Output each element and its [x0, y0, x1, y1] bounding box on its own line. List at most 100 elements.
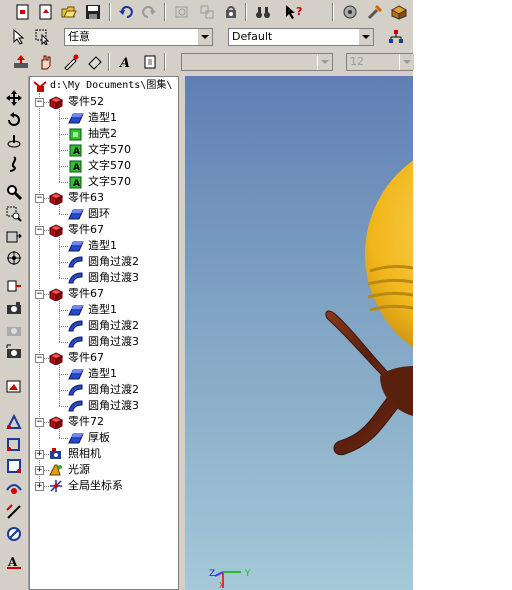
select-arrow-icon[interactable] — [10, 28, 28, 46]
tree-node-part[interactable]: − 零件63 — [30, 190, 178, 206]
tree-node-light[interactable]: + 光源 — [30, 462, 178, 478]
tree-child-fillet[interactable]: 圆角过渡3 — [30, 398, 178, 414]
chevron-down-icon[interactable] — [399, 54, 414, 70]
tool-c-icon[interactable] — [222, 3, 240, 21]
expand-icon[interactable]: + — [35, 466, 44, 475]
tree-child-shape[interactable]: 造型1 — [30, 238, 178, 254]
tree-branch-line — [59, 262, 68, 263]
hand-tool-icon[interactable] — [37, 53, 55, 71]
collapse-icon[interactable]: − — [35, 194, 44, 203]
hierarchy-icon[interactable] — [387, 28, 405, 46]
collapse-icon[interactable]: − — [35, 418, 44, 427]
tree-node-label: 圆角过渡2 — [88, 255, 139, 268]
tree-child-text[interactable]: A 文字570 — [30, 142, 178, 158]
tree-child-fillet[interactable]: 圆角过渡3 — [30, 270, 178, 286]
tree-node-label: 造型1 — [88, 239, 117, 252]
tree-child-fillet[interactable]: 圆角过渡2 — [30, 254, 178, 270]
fit-view-icon[interactable] — [4, 226, 24, 246]
open-doc-icon[interactable] — [37, 3, 55, 21]
filter-select[interactable]: 任意 — [64, 28, 213, 46]
edit-triangle-icon[interactable] — [4, 412, 24, 432]
tree-root[interactable]: d:\My Documents\图集\ — [32, 78, 178, 94]
collapse-icon[interactable]: − — [35, 98, 44, 107]
tree-node-part[interactable]: − 零件67 — [30, 286, 178, 302]
tool-b-icon[interactable] — [198, 3, 216, 21]
move-icon[interactable] — [4, 88, 24, 108]
camera-disabled-icon[interactable] — [4, 320, 24, 340]
tree-node-part[interactable]: − 零件67 — [30, 222, 178, 238]
target-icon[interactable] — [4, 248, 24, 268]
tree-child-fillet[interactable]: 圆角过渡2 — [30, 382, 178, 398]
frame-icon[interactable] — [141, 53, 159, 71]
no-edit-icon[interactable] — [4, 524, 24, 544]
chevron-down-icon[interactable] — [317, 54, 332, 70]
edit-toolbar: A 12 — [0, 50, 414, 74]
tree-child-shape[interactable]: 厚板 — [30, 430, 178, 446]
zoom-window-icon[interactable] — [4, 204, 24, 224]
expand-icon[interactable]: + — [35, 482, 44, 491]
tree-branch-line — [59, 118, 68, 119]
walk-icon[interactable] — [4, 154, 24, 174]
tree-child-shape[interactable]: 造型1 — [30, 110, 178, 126]
chevron-down-icon[interactable] — [197, 29, 212, 45]
new-doc-icon[interactable] — [14, 3, 32, 21]
text-style-icon[interactable]: A — [117, 53, 135, 71]
collapse-icon[interactable]: − — [35, 290, 44, 299]
axis-x-label: X — [219, 581, 225, 590]
tree-child-shape[interactable]: 造型1 — [30, 302, 178, 318]
undo-icon[interactable] — [117, 3, 135, 21]
export-icon[interactable] — [12, 53, 30, 71]
tree-child-shape[interactable]: 圆环 — [30, 206, 178, 222]
walkthrough-icon[interactable] — [4, 276, 24, 296]
style-select[interactable]: Default — [228, 28, 374, 46]
expand-icon[interactable]: + — [35, 450, 44, 459]
3d-viewport[interactable]: Z Y X — [185, 76, 413, 590]
pen-tool-icon[interactable] — [62, 53, 80, 71]
collapse-icon[interactable]: − — [35, 354, 44, 363]
package-icon[interactable] — [390, 3, 408, 21]
select-box-icon[interactable] — [34, 28, 52, 46]
tree-node-label: 零件67 — [68, 351, 104, 364]
view-toolbar: A — [0, 76, 29, 590]
font-size-value: 12 — [350, 55, 364, 68]
chevron-down-icon[interactable] — [358, 29, 373, 45]
tree-child-fillet[interactable]: 圆角过渡2 — [30, 318, 178, 334]
camera-fit-icon[interactable] — [4, 342, 24, 362]
svg-text:A: A — [73, 163, 80, 173]
tree-node-part[interactable]: − 零件52 — [30, 94, 178, 110]
tree-node-part[interactable]: − 零件67 — [30, 350, 178, 366]
standard-toolbar: ? — [0, 0, 413, 24]
design-tree: d:\My Documents\图集\ − 零件52 造型1 抽壳2 A 文字570 A 文字5… — [29, 76, 179, 590]
font-select[interactable] — [181, 53, 333, 71]
tool-a-icon[interactable] — [173, 3, 191, 21]
tree-node-camera[interactable]: + 照相机 — [30, 446, 178, 462]
engine-icon[interactable] — [341, 3, 359, 21]
edit-line-icon[interactable] — [4, 502, 24, 522]
edit-curve-icon[interactable] — [4, 478, 24, 498]
redo-icon[interactable] — [140, 3, 158, 21]
tree-child-text[interactable]: A 文字570 — [30, 158, 178, 174]
font-size-select[interactable]: 12 — [346, 53, 414, 71]
orbit-icon[interactable] — [4, 132, 24, 152]
tree-node-part[interactable]: − 零件72 — [30, 414, 178, 430]
svg-text:A: A — [73, 147, 80, 157]
edit-square-icon[interactable] — [4, 456, 24, 476]
collapse-icon[interactable]: − — [35, 226, 44, 235]
tools-icon[interactable] — [366, 3, 384, 21]
snapshot-icon[interactable] — [4, 376, 24, 396]
eraser-icon[interactable] — [86, 53, 104, 71]
rotate-icon[interactable] — [4, 110, 24, 130]
text-edit-icon[interactable]: A — [4, 552, 24, 572]
tree-child-shell[interactable]: 抽壳2 — [30, 126, 178, 142]
edit-box-icon[interactable] — [4, 434, 24, 454]
binoculars-icon[interactable] — [254, 3, 272, 21]
save-icon[interactable] — [84, 3, 102, 21]
tree-child-shape[interactable]: 造型1 — [30, 366, 178, 382]
tree-node-axes[interactable]: + 全局坐标系 — [30, 478, 178, 494]
tree-child-fillet[interactable]: 圆角过渡3 — [30, 334, 178, 350]
tree-child-text[interactable]: A 文字570 — [30, 174, 178, 190]
help-cursor-icon[interactable]: ? — [285, 3, 303, 21]
open-folder-icon[interactable] — [60, 3, 78, 21]
camera-icon[interactable] — [4, 298, 24, 318]
zoom-icon[interactable] — [4, 182, 24, 202]
